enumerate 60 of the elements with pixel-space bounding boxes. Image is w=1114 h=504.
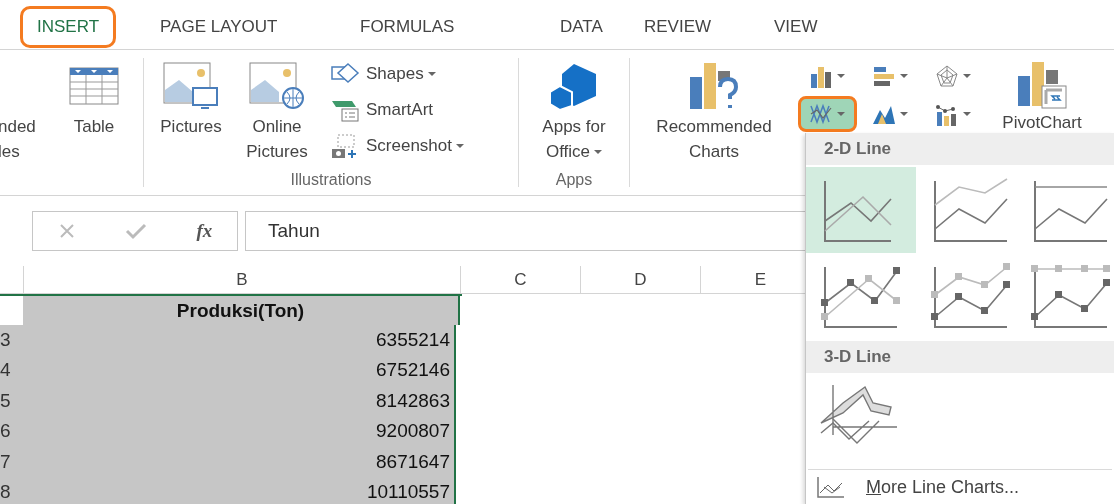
table-icon (69, 67, 119, 105)
table-cell: 6752146 (19, 355, 456, 386)
radar-chart-icon (934, 64, 959, 88)
chart-type-button[interactable] (798, 96, 857, 132)
recommended-charts-button[interactable]: Recommended Charts (630, 50, 798, 195)
ribbon-tab[interactable]: PAGE LAYOUT (146, 6, 292, 48)
table-cell: 8671647 (19, 446, 456, 477)
ribbon-tab[interactable]: FORMULAS (346, 6, 469, 48)
section-header: 2-D Line (806, 133, 1114, 165)
column-header[interactable]: C (460, 266, 580, 293)
close-icon (57, 222, 76, 240)
insert-button[interactable]: nded les (0, 114, 60, 164)
pictures-icon (163, 62, 219, 110)
table-cell: 8142863 (19, 385, 456, 416)
insert-function-button[interactable]: fx (196, 216, 213, 246)
ribbon-button[interactable]: Shapes (330, 60, 464, 88)
caret-icon (837, 112, 846, 116)
checkmark-icon (125, 222, 148, 240)
table-button[interactable]: Table (60, 50, 128, 195)
apps-for-office-button[interactable]: Apps for Office (519, 50, 629, 164)
line-chart-icon (929, 261, 1013, 331)
ribbon-tab[interactable]: REVIEW (630, 6, 726, 48)
pivotchart-button[interactable]: PivotChart (1002, 60, 1082, 135)
online-pictures-button[interactable]: Online Pictures (232, 50, 322, 164)
line-chart-option[interactable] (806, 167, 916, 253)
caret-icon (900, 112, 908, 116)
row-header[interactable]: 8 (0, 477, 19, 504)
column-header[interactable]: D (580, 266, 700, 293)
group-label: Apps (554, 170, 594, 190)
bar-chart-icon (872, 64, 896, 88)
column-header[interactable]: B (23, 266, 460, 293)
ribbon-tab[interactable]: VIEW (760, 6, 832, 48)
row-header[interactable]: 7 (0, 446, 19, 477)
table-cell: 6355214 (19, 324, 456, 355)
row-header[interactable]: 3 (0, 324, 19, 355)
section-header: 3-D Line (806, 341, 1114, 373)
ribbon-button[interactable]: SmartArt (330, 96, 464, 124)
group-label: Illustrations (289, 170, 373, 190)
table-cell: 10110557 (19, 477, 456, 504)
pivot-chart-icon (1016, 60, 1068, 110)
more-line-charts-link[interactable]: More Line Charts... (806, 470, 1020, 504)
row-header[interactable]: 4 (0, 355, 19, 386)
ribbon-tab[interactable]: INSERT (20, 6, 117, 48)
ribbon-button[interactable]: Screenshot (330, 132, 464, 160)
pictures-button[interactable]: Pictures (150, 50, 232, 164)
row-header[interactable]: 6 (0, 416, 19, 447)
caret-icon (837, 74, 846, 78)
globe-picture-icon (249, 62, 305, 110)
table-cell: Produksi(Ton) (23, 296, 460, 325)
ribbon-tab[interactable]: DATA (546, 6, 617, 48)
caret-icon (900, 74, 908, 78)
column-chart-icon (809, 64, 834, 88)
caret-icon (962, 74, 971, 78)
table-cell: 9200807 (19, 416, 456, 447)
line-chart-icon (816, 475, 846, 499)
row-header[interactable]: 5 (0, 385, 19, 416)
line-chart-icon (809, 102, 834, 126)
scatter-chart-icon (934, 102, 959, 126)
chart-question-icon (688, 61, 740, 111)
caret-icon (962, 112, 971, 116)
